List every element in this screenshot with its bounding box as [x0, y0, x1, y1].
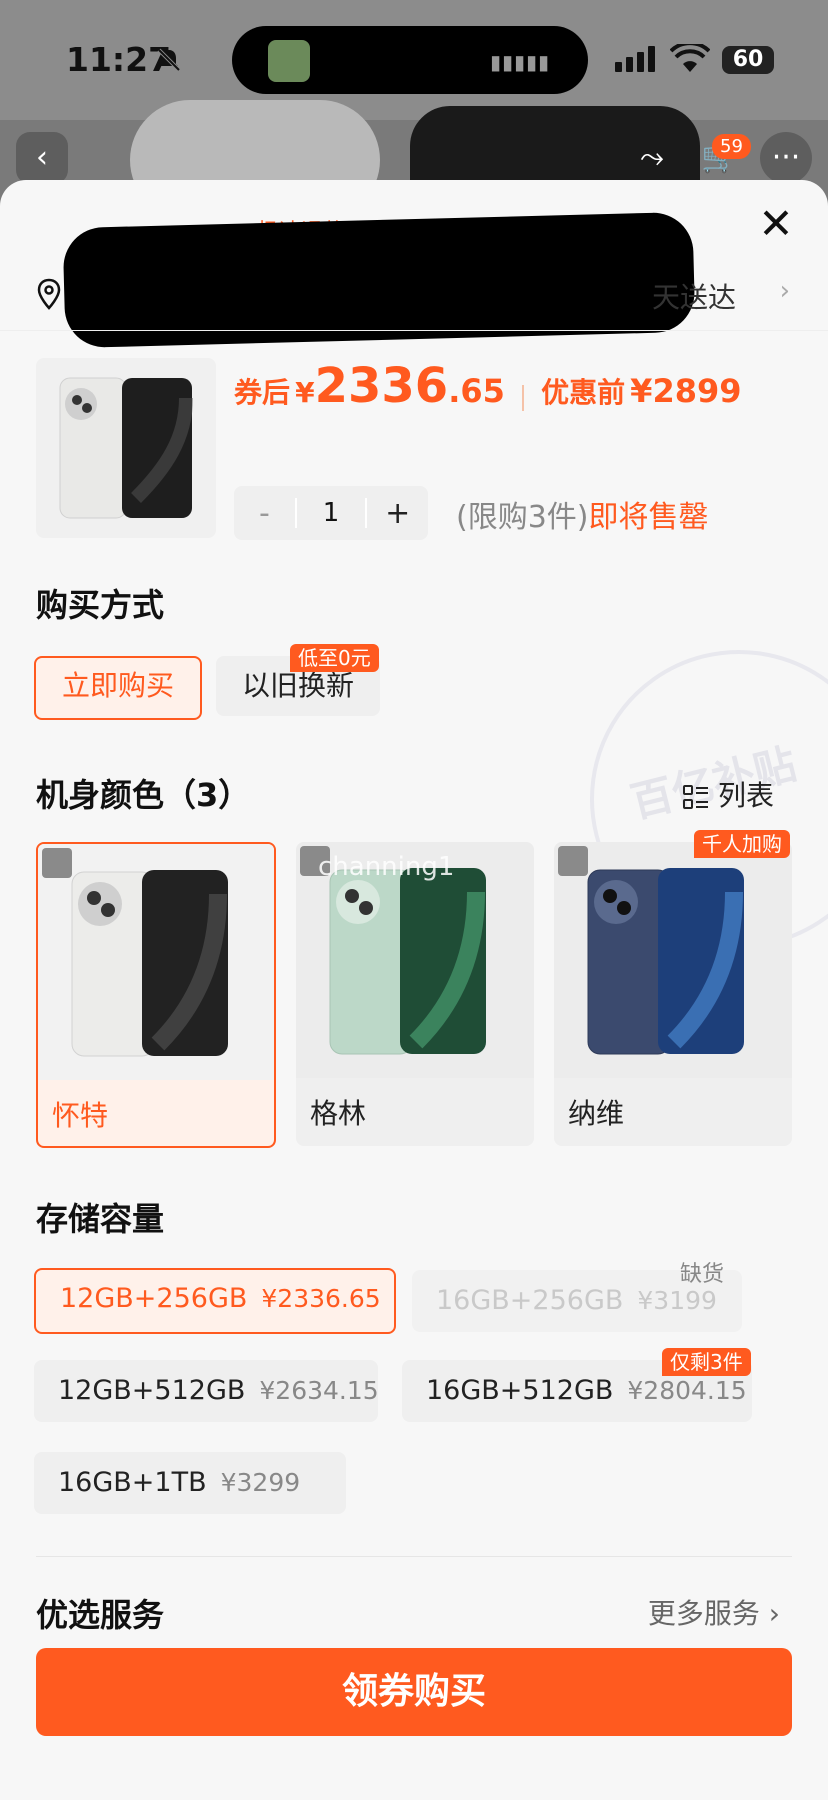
storage-option[interactable]: 16GB+1TB ¥3299 [34, 1452, 346, 1514]
location-pin-icon [37, 278, 61, 310]
storage-price: ¥2804.15 [627, 1376, 747, 1405]
after-coupon-currency: ¥ [295, 376, 315, 409]
after-coupon-price-decimal: .65 [448, 372, 505, 410]
list-toggle-label: 列表 [717, 779, 774, 812]
storage-spec: 12GB+512GB [58, 1375, 246, 1406]
selling-out-text: 即将售罄 [588, 500, 709, 535]
storage-section-title: 存储容量 [36, 1200, 165, 1238]
purchase-limit: (限购3件)即将售罄 [456, 492, 709, 536]
delivery-estimate: 天送达 [652, 281, 737, 314]
color-card-image [554, 842, 792, 1078]
storage-spec: 16GB+512GB [426, 1375, 614, 1406]
storage-spec: 12GB+256GB [60, 1283, 248, 1314]
color-section-title: 机身颜色（3） [36, 776, 251, 814]
close-button[interactable]: ✕ [754, 202, 798, 246]
redacted-address [62, 211, 696, 349]
storage-price: ¥2634.15 [259, 1376, 379, 1405]
storage-spec: 16GB+256GB [436, 1285, 624, 1316]
divider [36, 1556, 792, 1557]
phone-navy-image [587, 868, 744, 1055]
before-discount-label: 优惠前 [541, 376, 626, 409]
low-stock-tag: 仅剩3件 [662, 1348, 751, 1376]
back-button[interactable]: ‹ [16, 132, 68, 184]
signal-icon [615, 46, 655, 72]
more-services-link[interactable]: 更多服务 › [648, 1592, 780, 1632]
bell-muted-icon [157, 48, 181, 72]
popular-tag: 千人加购 [694, 830, 790, 858]
wifi-icon [670, 44, 710, 72]
storage-spec: 16GB+1TB [58, 1467, 207, 1498]
address-chevron-icon[interactable]: › [780, 276, 790, 306]
product-thumbnail[interactable] [36, 358, 216, 538]
color-card-image [38, 844, 274, 1080]
trade-in-tag: 低至0元 [290, 644, 379, 672]
color-card-navy[interactable]: 纳维 [554, 842, 792, 1146]
watermark-text: channing1 [318, 852, 455, 882]
limit-text: (限购3件) [456, 500, 589, 535]
color-name: 格林 [310, 1097, 367, 1130]
color-name: 怀特 [52, 1099, 109, 1132]
decrement-button[interactable]: - [234, 496, 295, 531]
dynamic-island: ▮▮▮▮▮ [232, 26, 588, 94]
battery-indicator: 60 [722, 46, 774, 74]
share-icon[interactable]: ⤳ [626, 132, 678, 184]
list-icon [682, 785, 708, 809]
option-buy-now[interactable]: 立即购买 [34, 656, 202, 720]
increment-button[interactable]: + [367, 496, 428, 531]
color-card-white[interactable]: 怀特 [36, 842, 276, 1148]
price-separator [521, 384, 524, 411]
more-icon[interactable]: ··· [760, 132, 812, 184]
quantity-stepper: - 1 + [234, 486, 428, 540]
color-name: 纳维 [568, 1097, 625, 1130]
color-card-green[interactable]: 格林 [296, 842, 534, 1146]
waveform-icon: ▮▮▮▮▮ [489, 50, 550, 74]
after-coupon-price-integer: 2336 [314, 358, 449, 414]
out-of-stock-tag: 缺货 [680, 1262, 725, 1287]
storage-price: ¥3199 [637, 1286, 717, 1315]
before-discount-price: ¥2899 [630, 372, 742, 410]
phone-white-image [71, 870, 228, 1057]
storage-option[interactable]: 12GB+512GB ¥2634.15 [34, 1360, 379, 1422]
sku-selector-sheet: 极速退款·退货宝·7天无理由退换 天送达 › ✕ 券后 ¥2336.65 优惠前… [0, 180, 828, 1800]
cart-count-badge: 59 [712, 134, 751, 159]
island-avatar [268, 40, 310, 82]
divider [0, 330, 828, 331]
after-coupon-label: 券后 [234, 376, 291, 409]
storage-price: ¥3299 [220, 1468, 301, 1497]
expand-icon[interactable] [42, 848, 72, 878]
claim-coupon-buy-button[interactable]: 领券购买 [36, 1648, 792, 1736]
product-thumbnail-image [59, 377, 193, 519]
list-view-toggle[interactable]: 列表 [682, 774, 774, 814]
expand-icon[interactable] [558, 846, 588, 876]
quantity-value[interactable]: 1 [294, 498, 368, 528]
purchase-method-title: 购买方式 [36, 586, 165, 624]
services-title: 优选服务 [36, 1596, 165, 1634]
price-row: 券后 ¥2336.65 优惠前 ¥2899 [234, 358, 742, 418]
storage-option[interactable]: 12GB+256GB ¥2336.65 [34, 1268, 396, 1334]
storage-price: ¥2336.65 [261, 1284, 381, 1313]
